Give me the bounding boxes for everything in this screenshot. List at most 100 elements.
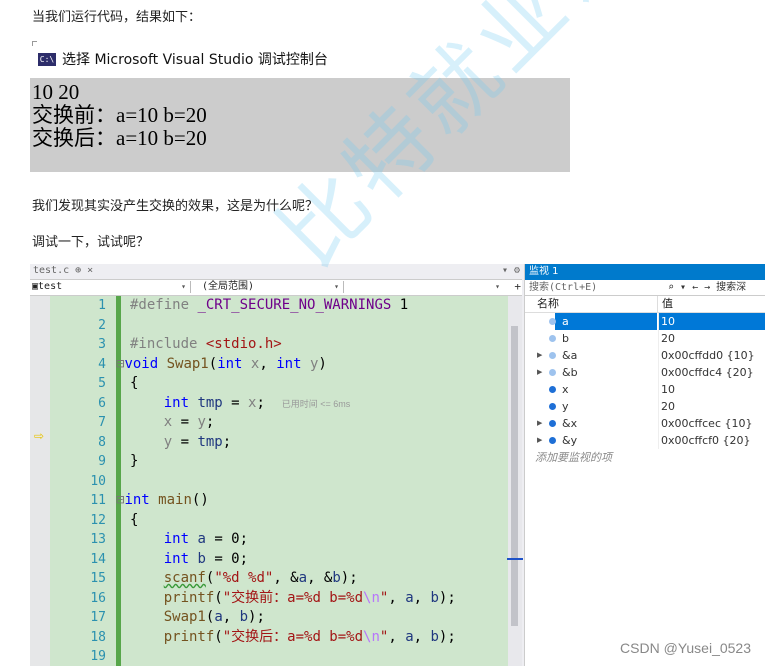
code-line-5: { <box>130 375 139 391</box>
code-area[interactable]: 1 2 3 4 5 6 7 8 9 10 11 12 13 14 15 16 17 18 19 #define _C… <box>50 296 508 666</box>
expand-arrow-icon[interactable]: ▶ <box>537 432 542 449</box>
question-text: 我们发现其实没产生交换的效果，这是为什么呢？ <box>32 199 319 214</box>
line-number: 17 <box>90 610 106 625</box>
line-number: 7 <box>98 415 106 430</box>
column-name-header[interactable]: 名称 <box>537 296 559 312</box>
watch-value[interactable]: 10 <box>658 381 765 398</box>
console-title: 选择 Microsoft Visual Studio 调试控制台 <box>62 52 328 68</box>
watch-row[interactable]: y 20 <box>525 398 765 415</box>
variable-icon <box>549 335 556 342</box>
code-line-9: } <box>130 453 139 469</box>
expand-arrow-icon[interactable]: ▶ <box>537 347 542 364</box>
code-line-11: ⊟int main() <box>116 492 209 508</box>
tab-controls-icon[interactable]: ▾ ⚙ <box>502 265 520 276</box>
code-line-12: { <box>130 511 139 528</box>
watch-name: y <box>562 400 569 413</box>
watch-search-tools[interactable]: ⌕ ▾ ← → 搜索深 <box>668 280 746 295</box>
add-watch-item[interactable]: 添加要监视的项 <box>525 449 765 466</box>
watch-title[interactable]: 监视 1 <box>525 264 765 280</box>
editor-pane: test.c ⊕ × ▾ ⚙ ▣test ▾ (全局范围) ▾ ▾ + ⇨ 1234… <box>30 264 523 666</box>
watch-value[interactable]: 20 <box>658 330 765 347</box>
watch-value[interactable]: 0x00cffcf0 {20} <box>658 432 765 449</box>
line-number: 2 <box>98 317 106 333</box>
variable-icon <box>549 403 556 410</box>
expand-arrow-icon[interactable]: ▶ <box>537 415 542 432</box>
watch-search-box[interactable]: 搜索(Ctrl+E) ⌕ ▾ ← → 搜索深 <box>525 280 765 296</box>
variable-icon <box>549 420 556 427</box>
watch-value[interactable]: 10 <box>658 313 765 330</box>
watch-value[interactable]: 0x00cffdc4 {20} <box>658 364 765 381</box>
watch-row[interactable]: ▶ &y 0x00cffcf0 {20} <box>525 432 765 449</box>
selected-name-cell <box>555 313 657 330</box>
watch-row[interactable]: ▶ &a 0x00cffdd0 {10} <box>525 347 765 364</box>
console-window-corner <box>32 41 37 46</box>
code-line-16: printf("交换前：a=%d b=%d\n", a, b); <box>163 589 456 606</box>
watch-value[interactable]: 20 <box>658 398 765 415</box>
change-indicator <box>116 296 121 666</box>
function-selector[interactable]: ▾ <box>346 281 514 293</box>
watch-row[interactable]: ▶ &b 0x00cffdc4 {20} <box>525 364 765 381</box>
watch-name: &a <box>562 349 578 362</box>
watch-name: &x <box>562 417 578 430</box>
line-number: 5 <box>98 376 106 391</box>
vertical-scrollbar[interactable] <box>507 296 523 666</box>
watch-rows: a 10 b 20 ▶ &a 0x00cffdd0 {10} ▶ &b 0x00cffdc4 {2… <box>525 313 765 449</box>
file-selector-label: test <box>38 281 63 292</box>
scope-selector-label: (全局范围) <box>202 281 255 292</box>
expand-arrow-icon[interactable]: ▶ <box>537 364 542 381</box>
tab-test-c[interactable]: test.c ⊕ × <box>33 265 99 276</box>
code-line-17: Swap1(a, b); <box>163 609 265 625</box>
code-line-15: scanf("%d %d", &a, &b); <box>163 570 358 586</box>
elapsed-time-hint: 已用时间 <= 6ms <box>281 398 351 409</box>
breakpoint-gutter[interactable]: ⇨ <box>30 296 50 666</box>
watch-header: 名称 值 <box>525 296 765 313</box>
watch-value[interactable]: 0x00cffcec {10} <box>658 415 765 432</box>
split-plus-icon[interactable]: + <box>514 280 521 293</box>
debug-text: 调试一下，试试呢？ <box>32 235 150 250</box>
scrollbar-thumb[interactable] <box>511 326 518 626</box>
line-number: 13 <box>90 532 106 547</box>
line-number: 6 <box>98 395 106 411</box>
variable-icon <box>549 352 556 359</box>
console-output: 10 20 交换前：a=10 b=20 交换后：a=10 b=20 <box>30 78 570 172</box>
watch-row[interactable]: x 10 <box>525 381 765 398</box>
code-line-6: int tmp = x; 已用时间 <= 6ms <box>163 394 351 411</box>
watch-row[interactable]: b 20 <box>525 330 765 347</box>
column-value-header[interactable]: 值 <box>657 296 673 312</box>
ide-screenshot: test.c ⊕ × ▾ ⚙ ▣test ▾ (全局范围) ▾ ▾ + ⇨ 1234… <box>30 264 765 666</box>
watch-name: &y <box>562 434 578 447</box>
watch-name: x <box>562 383 569 396</box>
watch-row[interactable]: ▶ &x 0x00cffcec {10} <box>525 415 765 432</box>
watch-search-input[interactable]: 搜索(Ctrl+E) <box>529 282 597 293</box>
close-icon[interactable]: × <box>87 265 93 276</box>
console-line-1: 10 20 <box>32 80 80 104</box>
watch-name: a <box>562 315 569 328</box>
console-line-2: 交换前：a=10 b=20 <box>32 103 207 127</box>
line-number: 16 <box>90 590 106 606</box>
code-line-3: #include <stdio.h> <box>130 336 282 352</box>
variable-icon <box>549 318 556 325</box>
watch-name: &b <box>562 366 578 379</box>
file-selector[interactable]: ▣test ▾ <box>32 281 191 293</box>
chevron-down-icon: ▾ <box>181 282 186 291</box>
editor-tabbar: test.c ⊕ × ▾ ⚙ <box>30 264 522 280</box>
line-number: 10 <box>90 473 106 489</box>
navigation-bar: ▣test ▾ (全局范围) ▾ ▾ + <box>30 280 522 296</box>
scope-selector[interactable]: (全局范围) ▾ <box>192 281 344 293</box>
code-line-13: int a = 0; <box>163 531 249 547</box>
pin-icon[interactable]: ⊕ <box>75 265 81 276</box>
line-number: 9 <box>98 454 106 469</box>
variable-icon <box>549 437 556 444</box>
watch-row[interactable]: a 10 <box>525 313 765 330</box>
code-lines: #define _CRT_SECURE_NO_WARNINGS 1 #inclu… <box>116 296 456 666</box>
line-number: 11 <box>90 493 106 508</box>
code-line-14: int b = 0; <box>163 550 249 567</box>
watch-value[interactable]: 0x00cffdd0 {10} <box>658 347 765 364</box>
code-line-7: x = y; <box>163 414 215 430</box>
line-number: 15 <box>90 571 106 586</box>
code-line-4: ⊟void Swap1(int x, int y) <box>116 355 327 372</box>
credit-text: CSDN @Yusei_0523 <box>620 640 751 656</box>
variable-icon <box>549 386 556 393</box>
